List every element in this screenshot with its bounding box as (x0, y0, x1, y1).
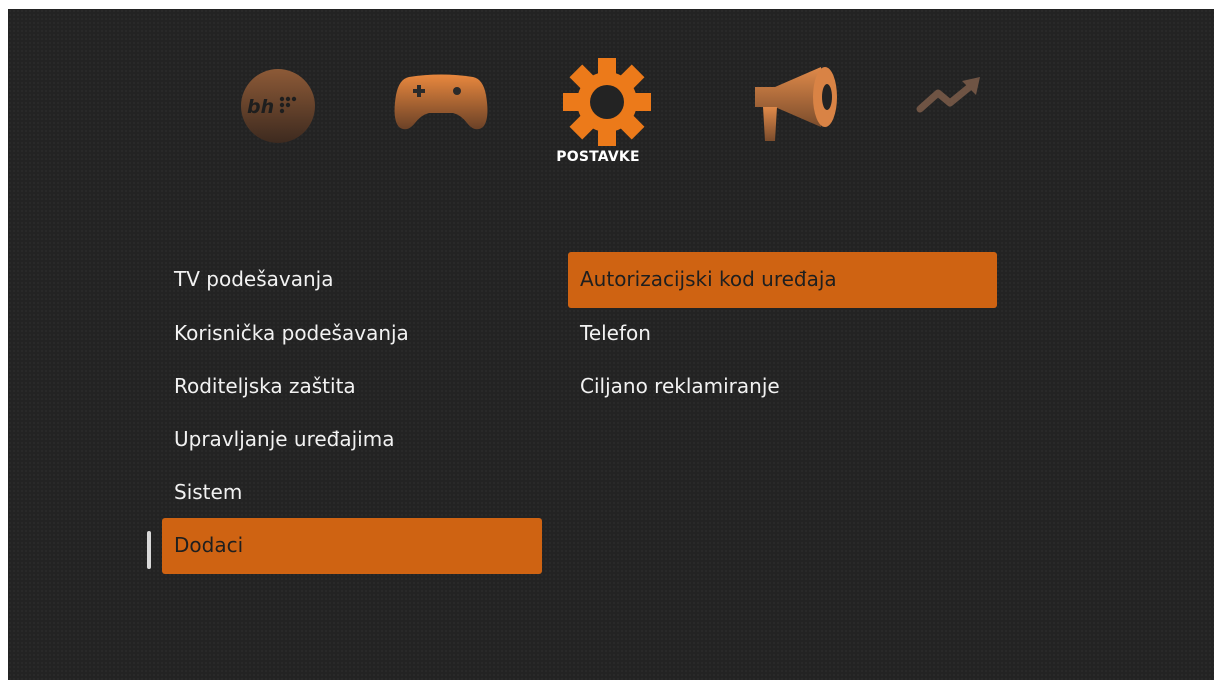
submenu-item-ciljano-reklamiranje[interactable]: Ciljano reklamiranje (568, 359, 997, 415)
focus-indicator (147, 531, 151, 569)
gamepad-icon[interactable] (391, 71, 491, 137)
submenu-item-autorizacijski-kod[interactable]: Autorizacijski kod uređaja (568, 252, 997, 308)
trending-up-icon[interactable] (914, 75, 986, 115)
megaphone-icon[interactable] (749, 61, 845, 149)
menu-item-dodaci[interactable]: Dodaci (162, 518, 542, 574)
settings-screen: bh POSTAVKE TV podešavanja Korisnička po… (8, 9, 1214, 680)
menu-item-korisnicka-podesavanja[interactable]: Korisnička podešavanja (162, 306, 542, 362)
menu-item-sistem[interactable]: Sistem (162, 465, 542, 521)
menu-item-upravljanje-uredjajima[interactable]: Upravljanje uređajima (162, 412, 542, 468)
selected-section-label: POSTAVKE (556, 149, 640, 165)
bh-logo-icon[interactable]: bh (235, 63, 321, 149)
gear-icon[interactable] (558, 53, 656, 151)
menu-item-roditeljska-zastita[interactable]: Roditeljska zaštita (162, 359, 542, 415)
menu-item-tv-podesavanja[interactable]: TV podešavanja (162, 252, 542, 308)
submenu-item-telefon[interactable]: Telefon (568, 306, 997, 362)
bh-logo-text: bh (247, 96, 274, 118)
